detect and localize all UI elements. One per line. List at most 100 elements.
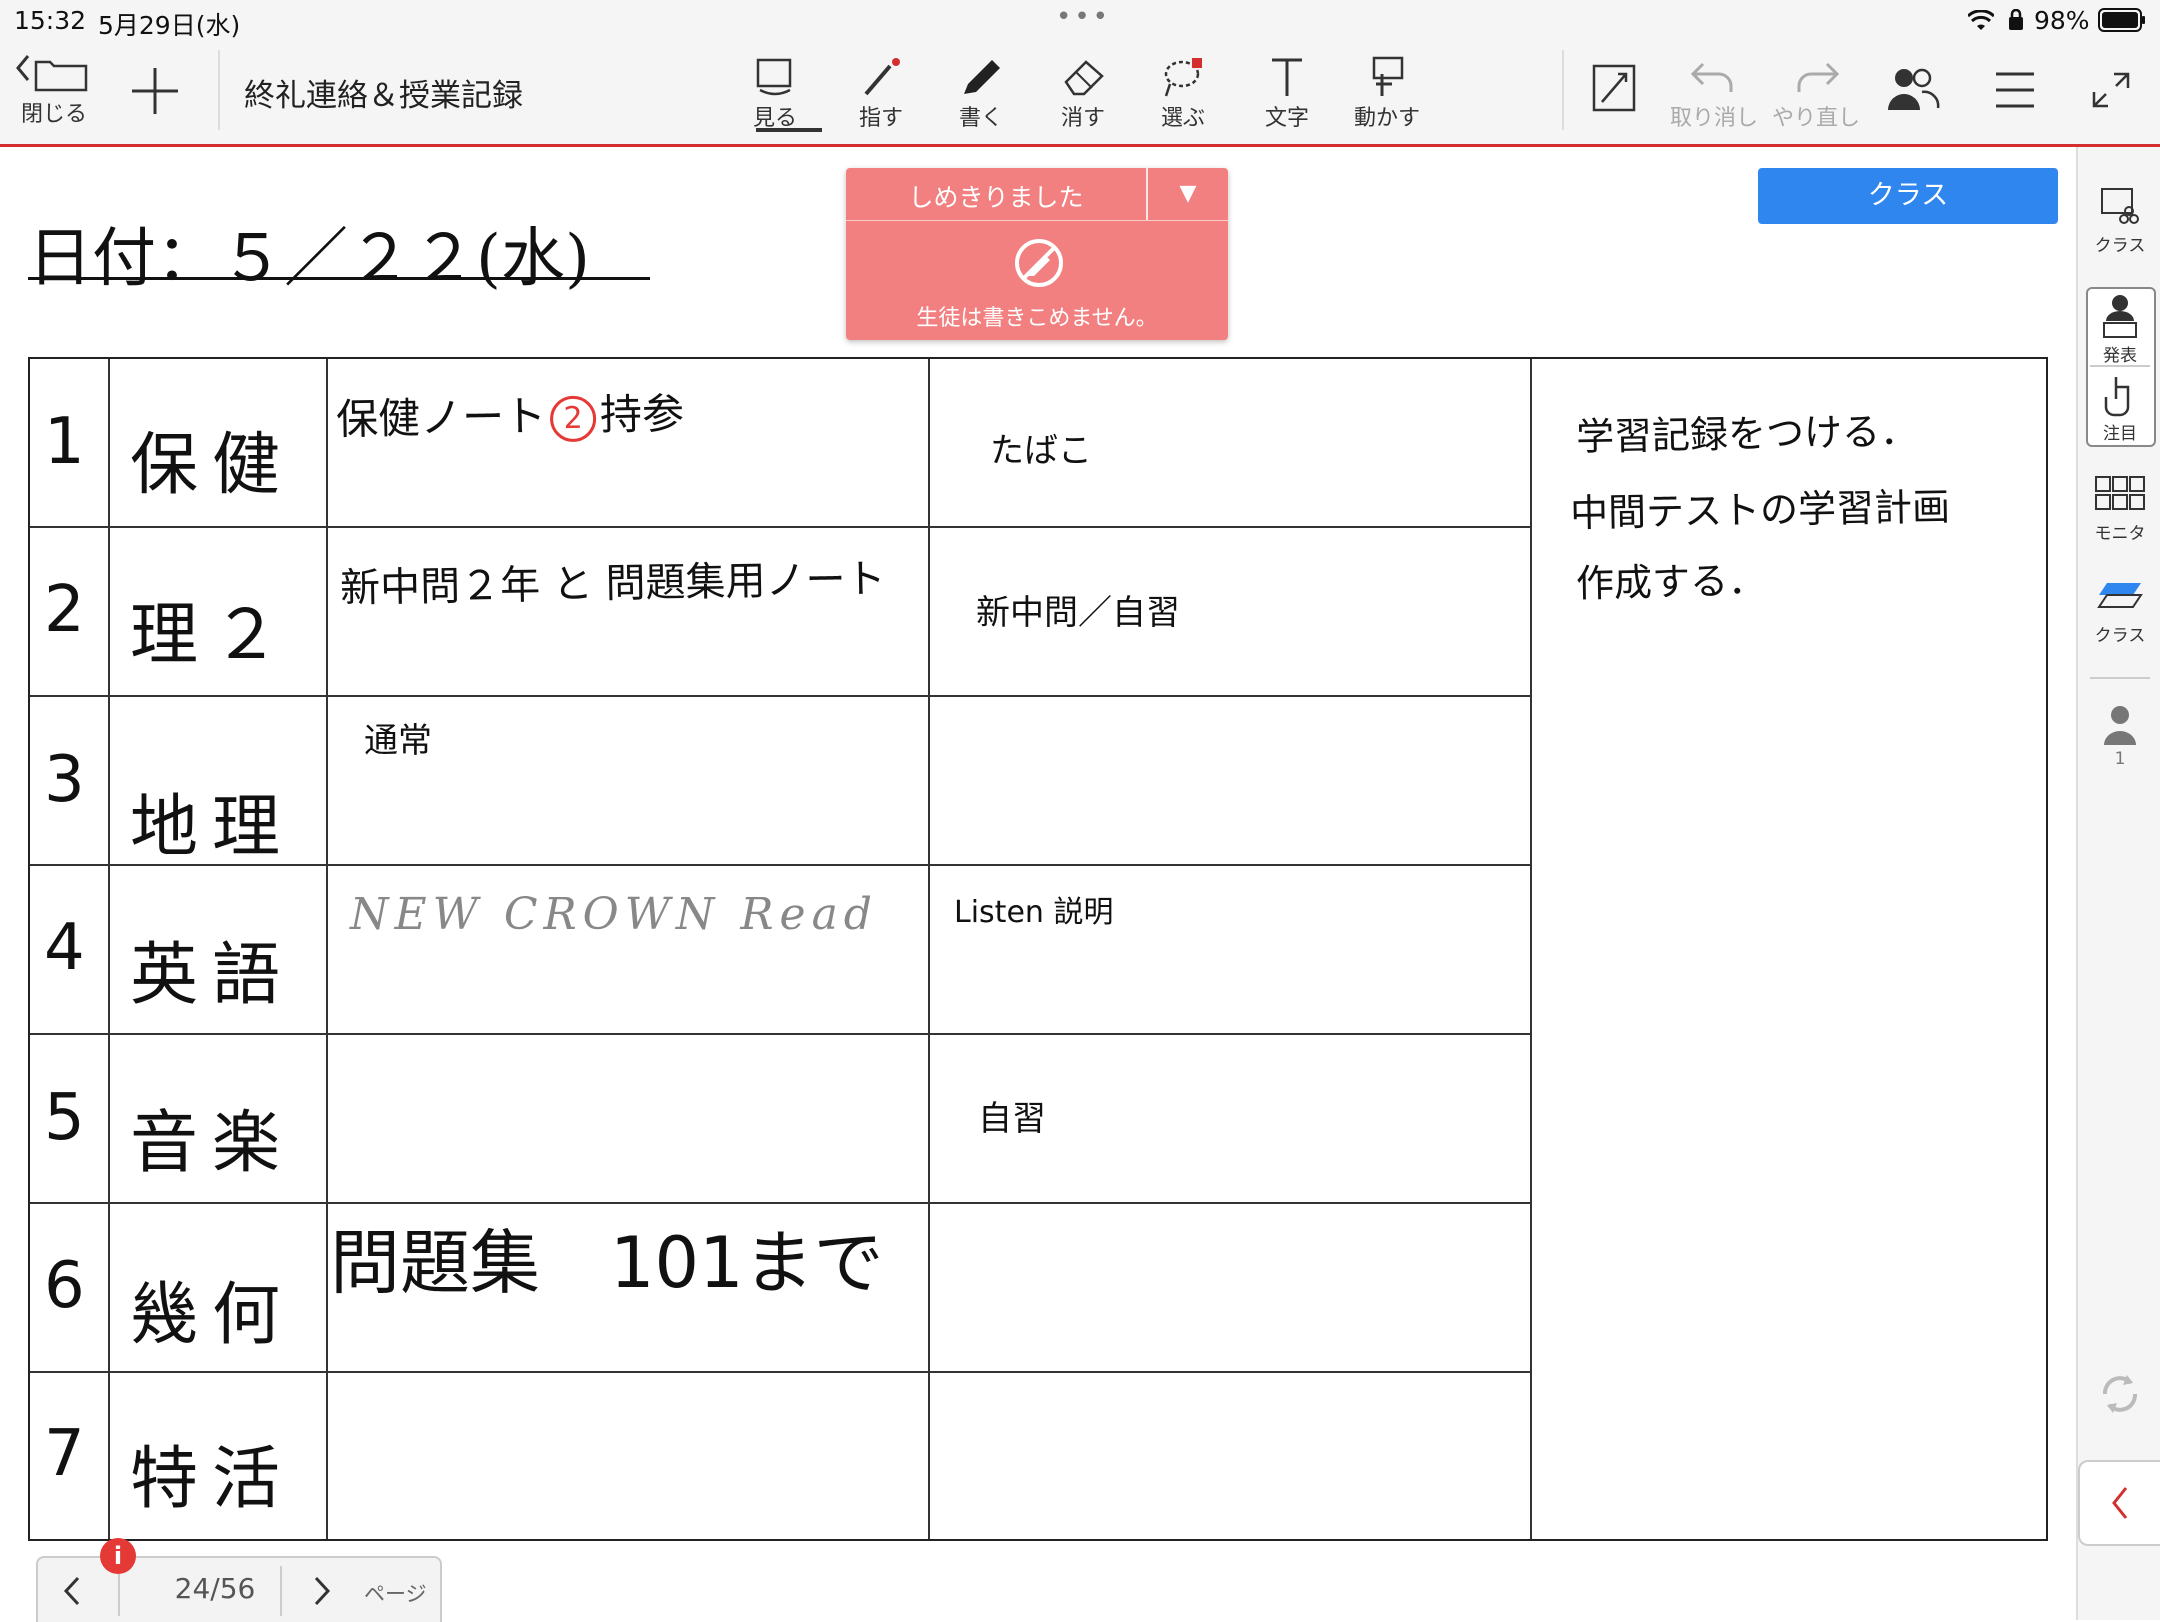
fullscreen-button[interactable] xyxy=(2090,70,2132,110)
document-title: 終礼連絡＆授業記録 xyxy=(244,78,523,114)
pen-icon xyxy=(964,60,1000,94)
row-content-a: 保健ノート 2 持参 xyxy=(335,380,685,447)
tool-select[interactable]: 選ぶ xyxy=(1158,56,1208,132)
circled-number: 2 xyxy=(549,395,597,442)
table-divider xyxy=(30,526,1530,528)
menu-button[interactable] xyxy=(1994,70,2036,110)
row-subject: 理２ xyxy=(130,596,295,675)
row-subject: 音楽 xyxy=(130,1104,295,1183)
undo-label: 取り消し xyxy=(1670,106,1759,131)
row-content-a: 通常 xyxy=(364,721,432,761)
content-a-text: 保健ノート xyxy=(335,391,547,445)
battery-percent: 98% xyxy=(2034,6,2090,35)
no-write-pencil-icon xyxy=(1015,239,1063,287)
row-content-a: NEW CROWN Read xyxy=(350,889,878,940)
row-number: 4 xyxy=(44,911,85,985)
rail-sync[interactable] xyxy=(2078,1369,2160,1419)
rail-monitor-label: モニタ xyxy=(2094,524,2146,544)
note-line: 作成する． xyxy=(1575,558,1767,606)
page-navigator: 24/56 ページ xyxy=(36,1556,442,1622)
eraser-icon xyxy=(1064,60,1104,96)
tool-text[interactable]: 文字 xyxy=(1262,56,1312,132)
rail-present-label: 発表 xyxy=(2103,346,2137,366)
undo-icon xyxy=(1690,62,1733,92)
banner-header: しめきりました ▼ xyxy=(846,168,1228,221)
row-number: 6 xyxy=(44,1249,85,1323)
row-number: 1 xyxy=(44,405,85,479)
tool-move[interactable]: 動かす xyxy=(1352,56,1422,132)
row-content-b: たばこ xyxy=(990,431,1092,471)
tool-point[interactable]: 指す xyxy=(856,56,906,132)
users-button[interactable] xyxy=(1884,64,1940,114)
rail-present[interactable]: 発表 xyxy=(2078,293,2160,366)
next-page-button[interactable] xyxy=(298,1568,344,1614)
row-content-b: Listen 説明 xyxy=(954,895,1114,930)
row-content-a: 問題集 101まで xyxy=(330,1222,884,1304)
rail-class-layers[interactable]: クラス xyxy=(2078,575,2160,646)
banner-dropdown-button[interactable]: ▼ xyxy=(1148,168,1228,220)
undo-button[interactable]: 取り消し xyxy=(1670,56,1758,132)
row-content-a: 新中問２年 と 問題集用ノート xyxy=(339,556,886,612)
row-number: 3 xyxy=(44,743,85,817)
prev-page-button[interactable] xyxy=(50,1568,96,1614)
tool-move-label: 動かす xyxy=(1353,106,1420,131)
table-divider xyxy=(30,695,1530,697)
users-icon xyxy=(1888,68,1940,110)
rail-class-label: クラス xyxy=(2094,236,2146,256)
table-divider xyxy=(108,359,110,1539)
redo-button[interactable]: やり直し xyxy=(1772,56,1860,132)
row-content-b: 自習 xyxy=(978,1099,1046,1139)
add-page-button[interactable] xyxy=(128,64,182,118)
row-content-b: 新中問／自習 xyxy=(976,593,1180,633)
table-divider xyxy=(30,1033,1530,1035)
status-date: 5月29日(水) xyxy=(98,11,241,40)
tool-erase[interactable]: 消す xyxy=(1058,56,1108,132)
tool-write[interactable]: 書く xyxy=(956,56,1006,132)
pager-separator xyxy=(280,1566,282,1616)
view-icon xyxy=(756,58,792,96)
back-folder-icon xyxy=(16,55,88,92)
sidebar-collapse-tab[interactable] xyxy=(2078,1460,2160,1546)
page-label: ページ xyxy=(364,1582,427,1606)
toolbar: 閉じる 終礼連絡＆授業記録 見る 指す 書く 消す 選ぶ 文字 動かす 取り消し… xyxy=(0,40,2160,147)
text-icon xyxy=(1272,58,1302,96)
tool-erase-label: 消す xyxy=(1060,106,1105,131)
rail-class-share[interactable]: クラス xyxy=(2078,185,2160,256)
sync-icon xyxy=(2103,1375,2137,1413)
notebook-canvas[interactable]: 日付：５／２２(水) 1 保健 保健ノート 2 持参 たばこ 2 理２ 新中問２年 … xyxy=(0,147,2076,1620)
chevron-left-icon xyxy=(2112,1487,2128,1519)
row-subject: 英語 xyxy=(130,936,295,1015)
close-label: 閉じる xyxy=(20,102,87,127)
right-sidebar: クラス 発表 注目 モニタ クラス 1 xyxy=(2076,147,2160,1620)
submission-closed-banner: しめきりました ▼ 生徒は書きこめません。 xyxy=(846,168,1228,340)
expand-icon xyxy=(2092,72,2130,108)
row-subject: 特活 xyxy=(130,1440,295,1519)
class-button[interactable]: クラス xyxy=(1758,168,2058,224)
info-badge-icon[interactable]: i xyxy=(100,1538,136,1574)
rail-attention[interactable]: 注目 xyxy=(2078,373,2160,444)
note-line: 学習記録をつける． xyxy=(1575,409,1919,459)
row-number: 5 xyxy=(44,1081,85,1155)
presenter-icon xyxy=(2103,295,2137,338)
content-a-suffix: 持参 xyxy=(599,388,685,440)
status-bar: 15:32 5月29日(水) ••• 98% xyxy=(0,0,2160,40)
redo-icon xyxy=(1797,62,1840,92)
row-subject: 地理 xyxy=(130,788,295,867)
tool-view[interactable]: 見る xyxy=(750,56,800,132)
close-button[interactable]: 閉じる xyxy=(14,48,94,128)
lasso-select-icon xyxy=(1164,58,1202,97)
row-number: 2 xyxy=(44,573,85,647)
hamburger-menu-icon xyxy=(1996,72,2034,108)
schedule-table: 1 保健 保健ノート 2 持参 たばこ 2 理２ 新中問２年 と 問題集用ノート 新… xyxy=(28,357,2048,1541)
monitor-grid-icon xyxy=(2095,476,2145,510)
move-hand-icon xyxy=(1372,56,1404,96)
layers-icon xyxy=(2097,583,2143,608)
resize-button[interactable] xyxy=(1590,62,1638,114)
multitasking-dots-icon[interactable]: ••• xyxy=(1056,2,1111,32)
class-share-icon xyxy=(2101,188,2139,224)
tool-point-label: 指す xyxy=(858,106,903,131)
date-underline xyxy=(28,277,650,280)
banner-title: しめきりました xyxy=(908,183,1084,212)
rail-user-count[interactable]: 1 xyxy=(2078,703,2160,769)
rail-monitor[interactable]: モニタ xyxy=(2078,473,2160,544)
